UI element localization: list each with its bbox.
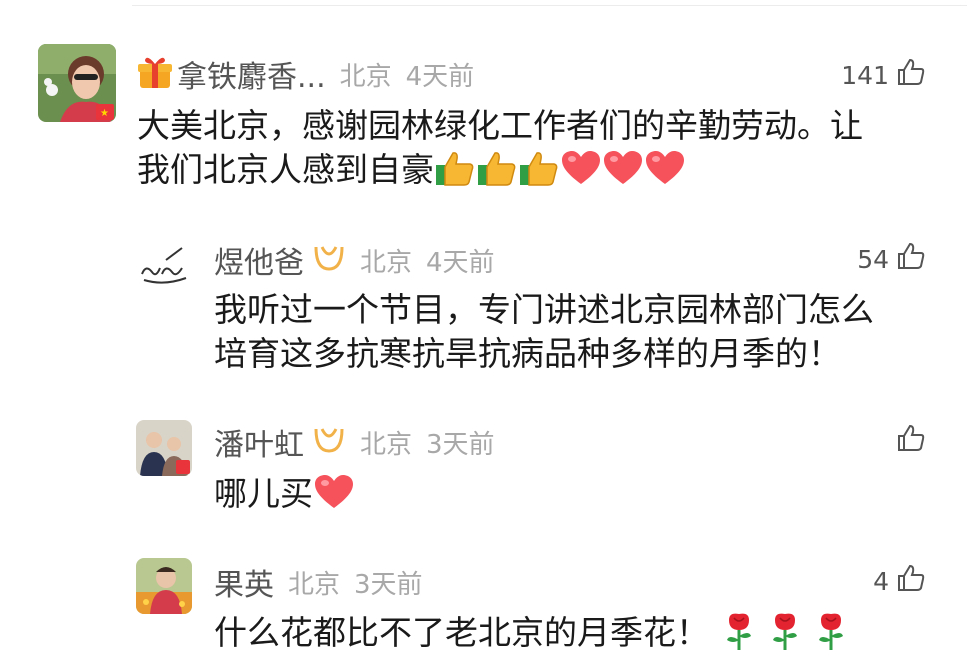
avatar[interactable] <box>136 420 192 476</box>
thumbs-up-icon <box>889 562 927 600</box>
comment-text: 哪儿买 <box>214 472 355 522</box>
comment-text: 大美北京，感谢园林绿化工作者们的辛勤劳动。让 我们北京人感到自豪 <box>137 104 863 198</box>
location: 北京 <box>360 429 413 460</box>
heart-emoji-icon <box>602 149 644 198</box>
comment-line-with-emoji: 我们北京人感到自豪 <box>137 148 863 198</box>
comment-line: 我们北京人感到自豪 <box>137 150 434 189</box>
comment-header: 潘叶虹 北京 3天前 <box>214 420 495 464</box>
comment-line: 大美北京，感谢园林绿化工作者们的辛勤劳动。让 <box>137 106 863 145</box>
like-button[interactable] <box>889 422 927 460</box>
thumbs-up-emoji-icon <box>518 149 560 198</box>
comment-line: 什么花都比不了老北京的月季花！ <box>214 613 709 652</box>
timestamp: 3天前 <box>426 429 495 460</box>
timestamp: 4天前 <box>426 247 495 278</box>
avatar[interactable] <box>136 238 192 294</box>
location: 北京 <box>360 247 413 278</box>
heart-emoji-icon <box>313 473 355 522</box>
comment-meta: 北京 3天前 <box>360 424 495 461</box>
username[interactable]: 拿铁麝香... <box>177 52 326 96</box>
verified-badge-icon <box>312 425 346 459</box>
gift-icon <box>137 54 173 94</box>
username[interactable]: 果英 <box>214 560 274 604</box>
comment-meta: 北京 3天前 <box>288 564 423 601</box>
comment-line: 哪儿买 <box>214 474 313 513</box>
username[interactable]: 潘叶虹 <box>214 420 304 464</box>
comment-line-with-emoji: 什么花都比不了老北京的月季花！ <box>214 610 851 661</box>
like-count: 141 <box>841 60 889 90</box>
timestamp: 4天前 <box>405 61 475 92</box>
rose-emoji-icon <box>719 610 759 661</box>
location: 北京 <box>288 569 341 600</box>
username[interactable]: 煜他爸 <box>214 238 304 282</box>
thumbs-up-icon <box>889 240 927 278</box>
comment-header: 果英 北京 3天前 <box>214 560 423 604</box>
comment-line: 培育这多抗寒抗旱抗病品种多样的月季的！ <box>214 334 841 373</box>
comment-line-with-emoji: 哪儿买 <box>214 472 355 522</box>
verified-badge-icon <box>312 243 346 277</box>
comment-text: 什么花都比不了老北京的月季花！ <box>214 610 851 661</box>
thumbs-up-emoji-icon <box>434 149 476 198</box>
like-count: 54 <box>857 244 889 274</box>
rose-emoji-icon <box>811 610 851 661</box>
comment-header: 煜他爸 北京 4天前 <box>214 238 495 282</box>
like-button[interactable]: 54 <box>857 240 927 278</box>
avatar[interactable] <box>136 558 192 614</box>
avatar[interactable]: ★ <box>38 44 116 122</box>
like-button[interactable]: 141 <box>841 56 927 94</box>
like-count: 4 <box>873 566 889 596</box>
comment-meta: 北京 4天前 <box>360 242 495 279</box>
top-divider <box>132 5 967 6</box>
rose-emoji-icon <box>765 610 805 661</box>
comment-line: 我听过一个节目，专门讲述北京园林部门怎么 <box>214 290 874 329</box>
svg-text:★: ★ <box>100 108 109 119</box>
heart-emoji-icon <box>560 149 602 198</box>
timestamp: 3天前 <box>354 569 423 600</box>
like-button[interactable]: 4 <box>873 562 927 600</box>
heart-emoji-icon <box>644 149 686 198</box>
location: 北京 <box>339 61 392 92</box>
thumbs-up-icon <box>889 56 927 94</box>
comment-header: 拿铁麝香... 北京 4天前 <box>137 52 474 96</box>
thumbs-up-icon <box>889 422 927 460</box>
thumbs-up-emoji-icon <box>476 149 518 198</box>
comment-text: 我听过一个节目，专门讲述北京园林部门怎么 培育这多抗寒抗旱抗病品种多样的月季的！ <box>214 288 874 376</box>
comment-meta: 北京 4天前 <box>340 56 475 93</box>
